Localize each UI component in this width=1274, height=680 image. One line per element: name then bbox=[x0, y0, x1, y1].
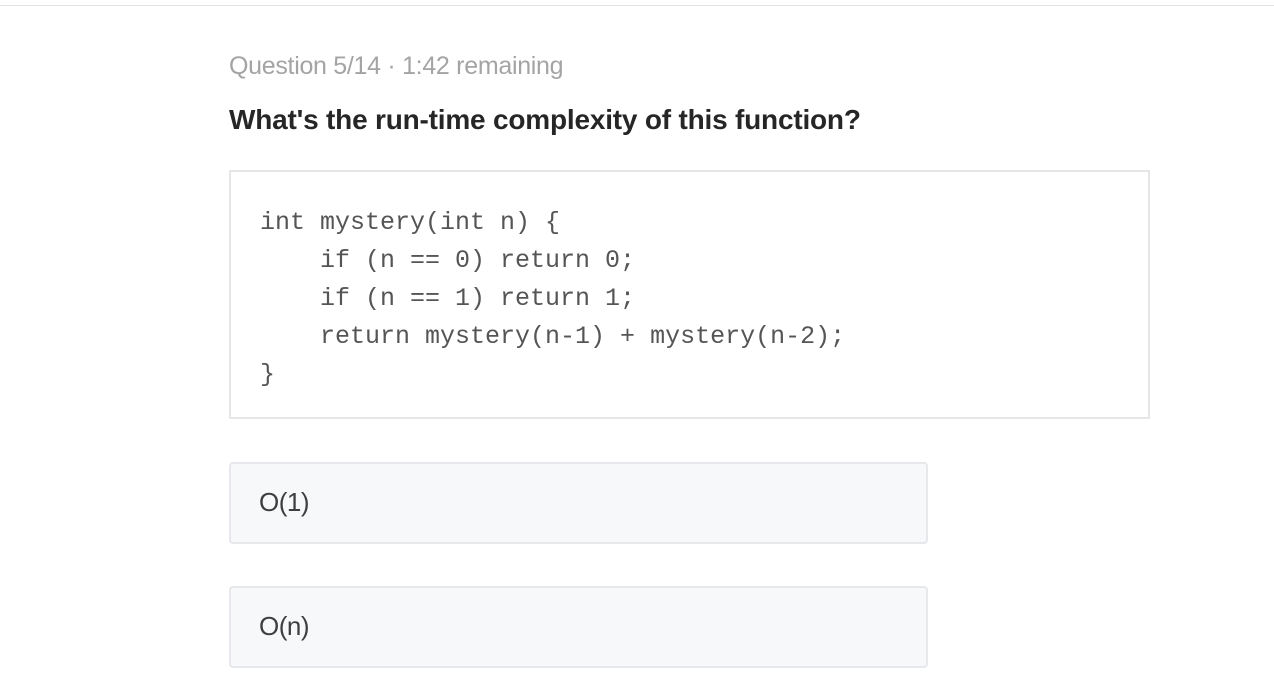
question-progress: Question 5/14 · 1:42 remaining bbox=[229, 52, 564, 80]
question-title: What's the run-time complexity of this f… bbox=[229, 104, 861, 135]
code-block: int mystery(int n) { if (n == 0) return … bbox=[229, 170, 1150, 419]
answer-option-on[interactable]: O(n) bbox=[229, 586, 928, 668]
answer-option-label: O(n) bbox=[259, 611, 310, 641]
code-line: if (n == 1) return 1; bbox=[260, 284, 636, 313]
code-line: if (n == 0) return 0; bbox=[260, 246, 636, 275]
top-divider bbox=[0, 0, 1274, 6]
code-line: } bbox=[260, 360, 276, 389]
code-line: return mystery(n-1) + mystery(n-2); bbox=[260, 322, 846, 351]
code-line: int mystery(int n) { bbox=[260, 208, 561, 237]
answer-option-o1[interactable]: O(1) bbox=[229, 462, 928, 544]
answer-option-label: O(1) bbox=[259, 487, 310, 517]
